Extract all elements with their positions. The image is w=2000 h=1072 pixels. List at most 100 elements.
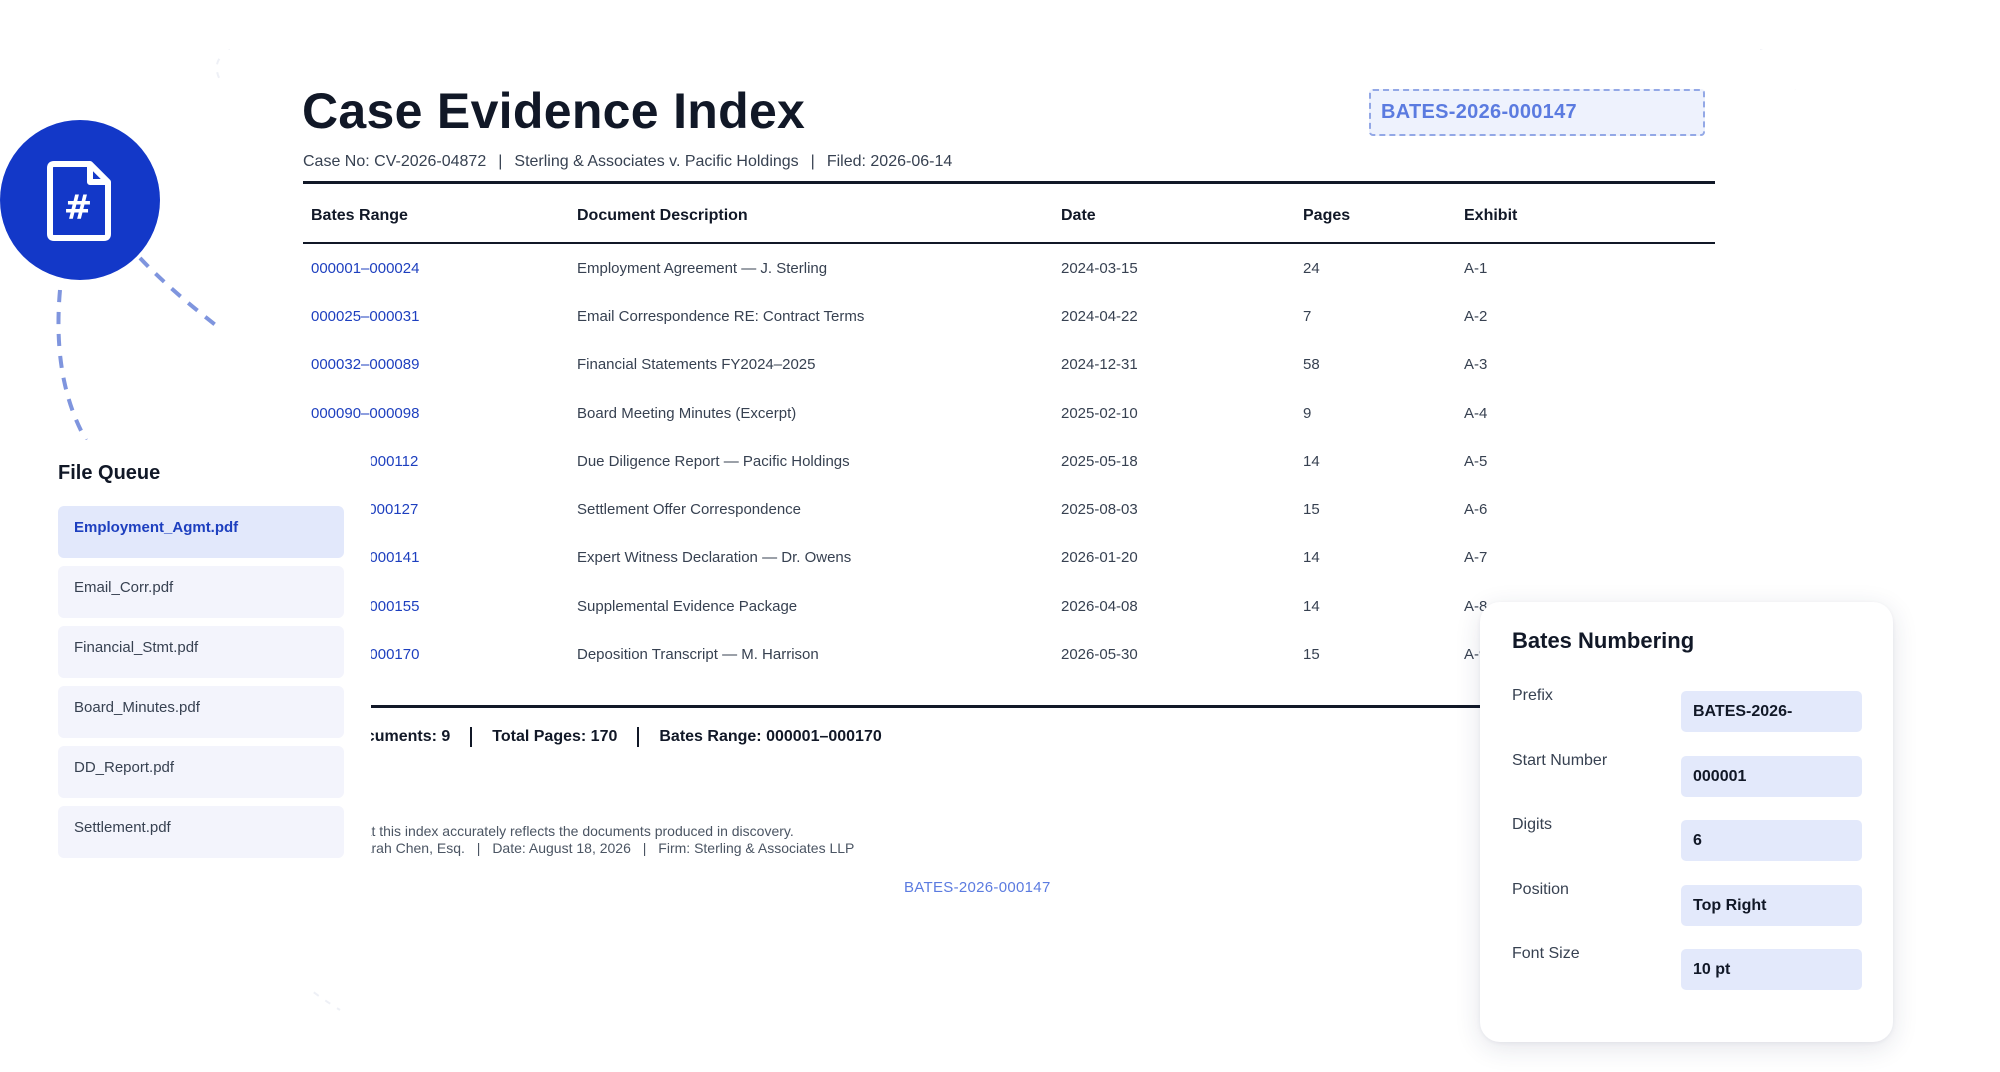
table-row: 000099–000112Due Diligence Report — Paci… bbox=[303, 437, 1715, 485]
exhibit-label: A-1 bbox=[1464, 259, 1488, 277]
file-queue-item[interactable]: Financial_Stmt.pdf bbox=[58, 626, 344, 678]
page-count: 14 bbox=[1303, 549, 1320, 567]
file-queue-item[interactable]: DD_Report.pdf bbox=[58, 746, 344, 798]
document-date: 2025-05-18 bbox=[1061, 452, 1138, 470]
exhibit-label: A-2 bbox=[1464, 307, 1488, 325]
bates-numbering-panel: Bates Numbering Prefix BATES-2026- Start N… bbox=[1480, 602, 1893, 1042]
page-count: 24 bbox=[1303, 259, 1320, 277]
file-queue-panel: File Queue Employment_Agmt.pdf Email_Corr… bbox=[31, 440, 371, 890]
filed-date: Filed: 2026-06-14 bbox=[826, 153, 953, 170]
document-title: Case Evidence Index bbox=[302, 83, 806, 139]
page-count: 9 bbox=[1303, 404, 1312, 422]
case-number: Case No: CV-2026-04872 bbox=[303, 153, 487, 170]
table-header: Bates Range Document Description Date Pa… bbox=[303, 190, 1715, 244]
file-queue-item[interactable]: Email_Corr.pdf bbox=[58, 566, 344, 618]
prefix-input[interactable]: BATES-2026- bbox=[1681, 691, 1862, 732]
document-date: 2026-01-20 bbox=[1061, 549, 1138, 567]
bates-range-link[interactable]: 000001–000024 bbox=[303, 260, 577, 277]
document-date: 2026-05-30 bbox=[1061, 646, 1138, 664]
bates-range-link[interactable]: 000032–000089 bbox=[303, 356, 577, 373]
font-size-field: Font Size 10 pt bbox=[1512, 943, 1862, 990]
signature-date: Date: August 18, 2026 bbox=[492, 840, 631, 856]
digits-input[interactable]: 6 bbox=[1681, 820, 1862, 861]
file-queue-list: Employment_Agmt.pdf Email_Corr.pdf Financi… bbox=[58, 506, 344, 866]
document-hash-icon: # bbox=[47, 161, 111, 241]
file-queue-item[interactable]: Board_Minutes.pdf bbox=[58, 686, 344, 738]
totals-row: Total Documents: 9 Total Pages: 170 Bate… bbox=[303, 727, 882, 747]
divider bbox=[303, 181, 1715, 184]
position-label: Position bbox=[1512, 880, 1569, 898]
document-description: Due Diligence Report — Pacific Holdings bbox=[577, 452, 850, 470]
table-row: 000090–000098 Board Meeting Minutes (Exce… bbox=[303, 389, 1715, 437]
start-number-label: Start Number bbox=[1512, 751, 1608, 769]
page-count: 58 bbox=[1303, 356, 1320, 374]
font-size-input[interactable]: 10 pt bbox=[1681, 949, 1862, 990]
table-row: 000001–000024 Employment Agreement — J. S… bbox=[303, 244, 1715, 292]
bates-panel-title: Bates Numbering bbox=[1512, 628, 1695, 653]
prefix-label: Prefix bbox=[1512, 687, 1553, 704]
column-header-description: Document Description bbox=[577, 207, 748, 224]
document-date: 2024-12-31 bbox=[1061, 356, 1138, 374]
column-header-exhibit: Exhibit bbox=[1464, 207, 1518, 224]
totals-separator bbox=[470, 727, 473, 747]
prefix-field: Prefix BATES-2026- bbox=[1512, 685, 1862, 732]
font-size-label: Font Size bbox=[1512, 945, 1580, 962]
document-date: 2025-02-10 bbox=[1061, 404, 1138, 422]
total-pages: Total Pages: 170 bbox=[492, 728, 618, 745]
document-description: Financial Statements FY2024–2025 bbox=[577, 356, 816, 374]
certification-block: I certify that this index accurately ref… bbox=[303, 823, 854, 857]
stage: Case Evidence Index Case No: CV-2026-048… bbox=[0, 0, 2000, 1072]
document-date: 2025-08-03 bbox=[1061, 501, 1138, 519]
case-meta: Case No: CV-2026-04872 | Sterling & Asso… bbox=[303, 153, 952, 171]
file-queue-item[interactable]: Settlement.pdf bbox=[58, 806, 344, 858]
signature-firm: Firm: Sterling & Associates LLP bbox=[658, 840, 855, 856]
meta-separator: | bbox=[498, 153, 503, 170]
exhibit-label: A-4 bbox=[1464, 404, 1488, 422]
file-queue-item[interactable]: Employment_Agmt.pdf bbox=[58, 506, 344, 558]
start-number-input[interactable]: 000001 bbox=[1681, 755, 1862, 797]
table-row: 000113–000127Settlement Offer Correspond… bbox=[303, 485, 1715, 533]
hash-glyph: # bbox=[64, 188, 93, 228]
table-row: 000128–000141Expert Witness Declaration … bbox=[303, 534, 1715, 582]
exhibit-label: A-6 bbox=[1464, 501, 1488, 519]
case-parties: Sterling & Associates v. Pacific Holding… bbox=[514, 153, 799, 170]
document-date: 2024-04-22 bbox=[1061, 307, 1138, 325]
document-hash-badge: # bbox=[0, 120, 160, 280]
exhibit-label: A-5 bbox=[1464, 452, 1488, 470]
page-count: 15 bbox=[1303, 501, 1320, 519]
document-description: Board Meeting Minutes (Excerpt) bbox=[577, 404, 797, 422]
signature-separator: | bbox=[476, 840, 481, 856]
start-number-field: Start Number 000001 bbox=[1512, 750, 1862, 797]
table-row: 000032–000089 Financial Statements FY2024… bbox=[303, 341, 1715, 389]
document-description: Employment Agreement — J. Sterling bbox=[577, 259, 828, 277]
document-description: Settlement Offer Correspondence bbox=[577, 501, 802, 519]
document-date: 2026-04-08 bbox=[1061, 597, 1138, 615]
file-queue-title: File Queue bbox=[58, 462, 161, 484]
page-count: 7 bbox=[1303, 307, 1312, 325]
certification-text: I certify that this index accurately ref… bbox=[303, 823, 794, 839]
total-bates-range: Bates Range: 000001–000170 bbox=[659, 728, 882, 745]
signature-line: Signed: Sarah Chen, Esq. | Date: August … bbox=[303, 840, 854, 857]
column-header-pages: Pages bbox=[1303, 207, 1351, 224]
footer-bates-number: BATES-2026-000147 bbox=[904, 879, 1051, 896]
document-description: Email Correspondence RE: Contract Terms bbox=[577, 307, 865, 325]
column-header-date: Date bbox=[1061, 207, 1096, 224]
document-date: 2024-03-15 bbox=[1061, 259, 1138, 277]
bates-range-link[interactable]: 000090–000098 bbox=[303, 405, 577, 422]
totals-separator bbox=[637, 727, 640, 747]
bates-stamp[interactable]: BATES-2026-000147 bbox=[1369, 89, 1705, 136]
document-description: Supplemental Evidence Package bbox=[577, 597, 798, 615]
digits-field: Digits 6 bbox=[1512, 814, 1862, 861]
digits-label: Digits bbox=[1512, 816, 1553, 833]
position-input[interactable]: Top Right bbox=[1681, 884, 1862, 926]
signature-separator: | bbox=[642, 840, 647, 856]
page-count: 15 bbox=[1303, 646, 1320, 664]
exhibit-label: A-3 bbox=[1464, 356, 1488, 374]
page-count: 14 bbox=[1303, 452, 1320, 470]
bates-range-link[interactable]: 000025–000031 bbox=[303, 308, 577, 325]
document-description: Deposition Transcript — M. Harrison bbox=[577, 646, 819, 664]
position-field: Position Top Right bbox=[1512, 879, 1862, 926]
table-row: 000025–000031 Email Correspondence RE: Co… bbox=[303, 292, 1715, 340]
column-header-bates-range: Bates Range bbox=[311, 207, 408, 224]
page-count: 14 bbox=[1303, 597, 1320, 615]
